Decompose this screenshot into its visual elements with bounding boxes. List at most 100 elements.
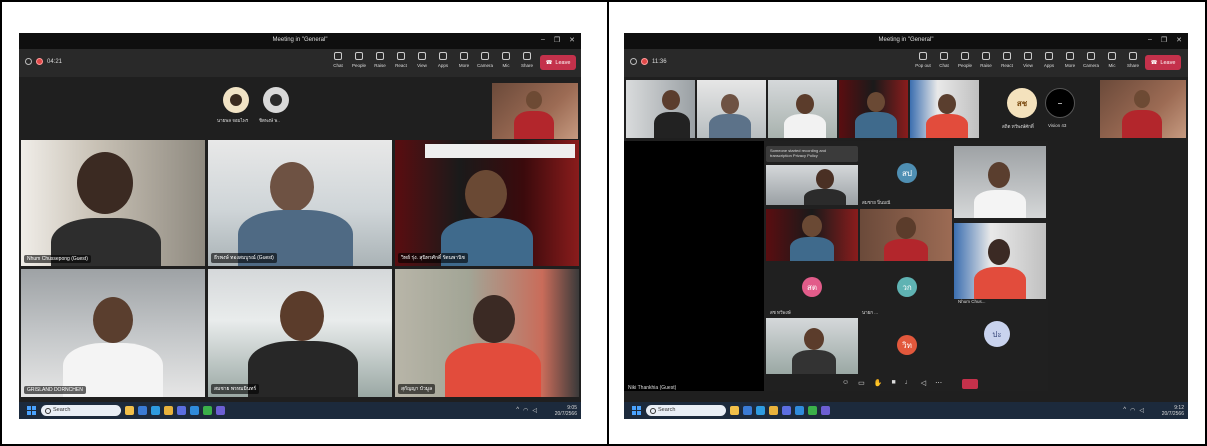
chat-icon[interactable]: ▭ [858,379,865,387]
windows-taskbar: Search ^ ◠ ◁ 9:12 20/7/2566 [624,402,1188,419]
toolbar-chat-button[interactable]: Chat [329,52,347,68]
toolbar-view-button[interactable]: View [1019,52,1037,68]
video-tile[interactable]: ธีรพงษ์ ทองสมบูรณ์ (Guest) [208,140,392,266]
speaker-icon[interactable]: ◁ [921,379,926,387]
folder-icon[interactable] [769,406,778,415]
self-preview[interactable] [492,83,578,139]
mic-icon[interactable]: ♩ [905,379,912,387]
app-icon[interactable] [756,406,765,415]
video-tile[interactable] [860,209,952,261]
raise-hand-icon[interactable]: ✋ [874,379,883,387]
video-tile[interactable]: Nhum Chussepong (Guest) [21,140,205,266]
camera-icon[interactable]: ■ [892,379,896,387]
video-tile[interactable] [626,80,695,138]
avatar[interactable]: ปะ [984,321,1010,347]
toolbar-camera-button[interactable]: Camera [476,52,494,68]
video-tile[interactable] [954,223,1046,299]
close-icon[interactable]: ✕ [1176,36,1182,44]
self-preview[interactable] [1100,80,1186,138]
windows-start-icon[interactable] [632,406,641,415]
app-icon[interactable] [808,406,817,415]
folder-icon[interactable] [164,406,173,415]
avatar[interactable]: สช [1007,88,1037,118]
video-tile[interactable]: สมชาย พรหมมินทร์ [208,269,392,397]
browser-icon[interactable] [190,406,199,415]
more-icon[interactable]: ⋯ [935,379,942,387]
app-icon[interactable] [125,406,134,415]
avatar[interactable]: สต [802,277,822,297]
toolbar-raise-button[interactable]: Raise [371,52,389,68]
video-tile[interactable] [768,80,837,138]
participant-name: Nhum Chussepong (Guest) [24,255,91,263]
toolbar-share-button[interactable]: Share [1124,52,1142,68]
leave-button[interactable]: ☎ Leave [1145,55,1181,70]
windows-start-icon[interactable] [27,406,36,415]
app-icon[interactable] [177,406,186,415]
video-tile[interactable] [766,209,858,261]
video-tile[interactable] [766,165,858,205]
speaker-icon[interactable]: ◁ [1139,407,1144,414]
toolbar-share-button[interactable]: Share [518,52,536,68]
hang-up-button[interactable] [962,379,978,389]
leave-button[interactable]: ☎ Leave [540,55,576,70]
recording-notice[interactable]: Someone started recording and transcript… [766,146,858,162]
toolbar-raise-button[interactable]: Raise [977,52,995,68]
toolbar-pop-out-button[interactable]: Pop out [914,52,932,68]
participant-name: Nhum Chus... [958,299,986,304]
app-icon[interactable] [203,406,212,415]
toolbar-mic-button[interactable]: Mic [497,52,515,68]
video-tile[interactable] [839,80,908,138]
video-tile[interactable] [910,80,979,138]
toolbar-apps-button[interactable]: Apps [434,52,452,68]
toolbar-mic-button[interactable]: Mic [1103,52,1121,68]
toolbar-react-button[interactable]: React [998,52,1016,68]
toolbar-more-button[interactable]: More [1061,52,1079,68]
toolbar-chat-button[interactable]: Chat [935,52,953,68]
app-icon[interactable] [743,406,752,415]
teams-icon[interactable] [216,406,225,415]
shield-icon [25,58,32,65]
speaker-icon[interactable]: ◁ [532,407,537,414]
toolbar-apps-button[interactable]: Apps [1040,52,1058,68]
avatar[interactable]: วก [897,277,917,297]
video-tile[interactable]: วิทย์ รุ่ง. สุนิทรศักดิ์ รัตนพานิช [395,140,579,266]
chevron-up-icon[interactable]: ^ [1123,407,1126,414]
toolbar-more-button[interactable]: More [455,52,473,68]
video-tile[interactable]: สุกัญญา บัวมูล [395,269,579,397]
wifi-icon[interactable]: ◠ [523,407,528,414]
video-tile[interactable] [954,146,1046,218]
maximize-icon[interactable]: ❐ [554,36,560,44]
taskbar-search[interactable]: Search [41,405,121,416]
toolbar-people-button[interactable]: People [350,52,368,68]
minimize-icon[interactable]: – [1148,36,1152,44]
app-icon[interactable] [782,406,791,415]
apps-icon [1045,52,1053,60]
app-icon[interactable] [138,406,147,415]
people-icon[interactable]: ☺ [842,379,849,387]
toolbar-view-button[interactable]: View [413,52,431,68]
app-icon[interactable] [730,406,739,415]
video-tile[interactable] [697,80,766,138]
video-tile[interactable] [766,318,858,374]
toolbar-label: Apps [1043,63,1055,68]
toolbar-people-button[interactable]: People [956,52,974,68]
toolbar-camera-button[interactable]: Camera [1082,52,1100,68]
minimize-icon[interactable]: – [541,36,545,44]
app-icon[interactable] [151,406,160,415]
wifi-icon[interactable]: ◠ [1130,407,1135,414]
clock[interactable]: 9:05 20/7/2566 [555,405,577,417]
avatar[interactable]: วิท [897,335,917,355]
teams-icon[interactable] [821,406,830,415]
chevron-up-icon[interactable]: ^ [516,407,519,414]
taskbar-search[interactable]: Search [646,405,726,416]
avatar[interactable] [223,87,249,113]
close-icon[interactable]: ✕ [569,36,575,44]
video-tile[interactable]: GRISLAND DORNCHEN [21,269,205,397]
clock[interactable]: 9:12 20/7/2566 [1162,405,1184,417]
toolbar-react-button[interactable]: React [392,52,410,68]
maximize-icon[interactable]: ❐ [1161,36,1167,44]
browser-icon[interactable] [795,406,804,415]
avatar[interactable]: สป [897,163,917,183]
avatar[interactable] [1045,88,1075,118]
avatar[interactable] [263,87,289,113]
